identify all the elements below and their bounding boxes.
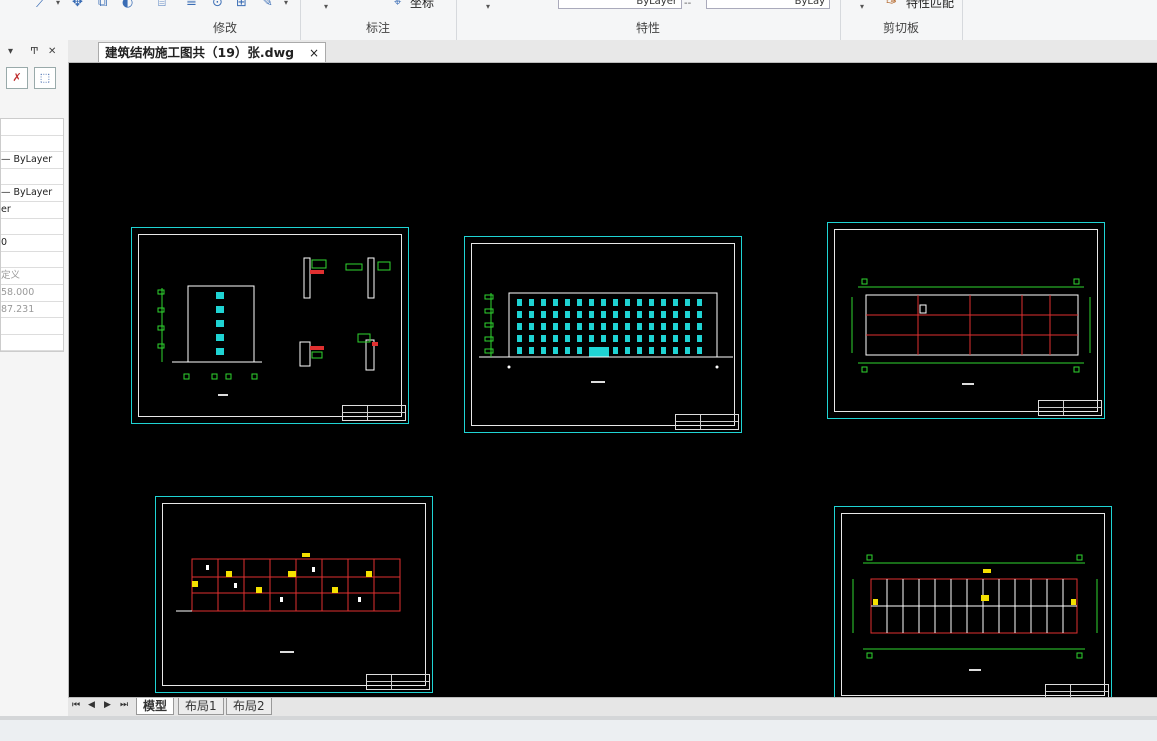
section-drawing bbox=[157, 257, 391, 396]
floor-plan-drawing bbox=[851, 278, 1091, 385]
trim-icon[interactable]: ≡ bbox=[186, 0, 197, 10]
line-tool-icon[interactable]: ⟋ bbox=[36, 0, 45, 11]
drawing-sheet[interactable] bbox=[834, 506, 1112, 697]
ribbon-group-label: 标注 bbox=[365, 21, 390, 35]
ribbon-group-modify: ⌸ ≡ ⊙ ⊞ ✎ ▾ 修改 bbox=[150, 0, 301, 40]
select-objects-icon[interactable]: ⬚ bbox=[34, 67, 56, 89]
quick-select-icon[interactable]: ✗ bbox=[6, 67, 28, 89]
property-row[interactable] bbox=[1, 169, 63, 186]
document-tab[interactable]: 建筑结构施工图共（19）张.dwg × bbox=[98, 42, 326, 62]
ribbon: ⟋ ▾ ✥ ⧉ ◐ ⌸ ≡ ⊙ ⊞ ✎ ▾ 修改 ▾ ⌖ 坐标 标注 ▾ ByL… bbox=[0, 0, 1157, 41]
title-block bbox=[342, 405, 406, 421]
properties-table: — ByLayer — ByLayer er 0 定义 58.000 87.23… bbox=[0, 118, 64, 353]
elevation-drawing bbox=[479, 292, 733, 383]
property-row[interactable]: 定义 bbox=[1, 268, 63, 285]
ribbon-group-label: 剪切板 bbox=[882, 21, 919, 35]
panel-menu-icon[interactable]: ▾ bbox=[8, 46, 13, 57]
linetype-icon: -- bbox=[684, 0, 692, 9]
panel-header: ▾ Ͳ ✕ bbox=[0, 46, 66, 60]
model-space-canvas[interactable] bbox=[69, 63, 1157, 697]
ribbon-group-label: 修改 bbox=[212, 21, 237, 35]
property-row[interactable]: 87.231 bbox=[1, 302, 63, 319]
coordinate-label[interactable]: 坐标 bbox=[410, 0, 434, 11]
chevron-down-icon[interactable]: ▾ bbox=[860, 2, 864, 11]
stretch-icon[interactable]: ⌸ bbox=[158, 0, 166, 10]
chevron-down-icon[interactable]: ▾ bbox=[56, 0, 60, 7]
chevron-down-icon[interactable]: ▾ bbox=[486, 2, 490, 11]
title-block bbox=[675, 414, 739, 430]
tab-model[interactable]: 模型 bbox=[136, 698, 175, 715]
title-block bbox=[1045, 684, 1109, 697]
property-row[interactable]: — ByLayer bbox=[1, 185, 63, 202]
drawing-sheet[interactable] bbox=[131, 227, 409, 424]
match-properties-icon[interactable]: ✑ bbox=[886, 0, 897, 10]
close-tab-icon[interactable]: × bbox=[309, 43, 319, 63]
chevron-down-icon[interactable]: ▾ bbox=[284, 0, 288, 7]
close-icon[interactable]: ✕ bbox=[48, 46, 56, 57]
document-tab-bar: 建筑结构施工图共（19）张.dwg × bbox=[68, 40, 1157, 63]
column-grid-drawing bbox=[852, 554, 1098, 671]
ribbon-group-properties: ▾ ByLayer -- ByLay 特性 bbox=[456, 0, 841, 40]
properties-panel: ▾ Ͳ ✕ ✗ ⬚ — ByLayer — ByLayer er 0 定义 58… bbox=[0, 40, 69, 716]
property-row[interactable] bbox=[1, 318, 63, 335]
drawing-sheet[interactable] bbox=[827, 222, 1105, 419]
lineweight-combo[interactable]: ByLay bbox=[706, 0, 830, 9]
property-row[interactable] bbox=[1, 252, 63, 269]
ribbon-group-clipboard: ▾ ✑ 特性匹配 剪切板 bbox=[840, 0, 963, 40]
status-bar bbox=[0, 716, 1157, 741]
rotate-icon[interactable]: ⊙ bbox=[212, 0, 223, 10]
title-block bbox=[1038, 400, 1102, 416]
first-tab-icon[interactable]: ⏮ bbox=[72, 700, 80, 710]
tab-layout1[interactable]: 布局1 bbox=[178, 698, 224, 715]
structural-plan-drawing bbox=[176, 553, 401, 653]
array-icon[interactable]: ⊞ bbox=[236, 0, 247, 10]
next-tab-icon[interactable]: ▶ bbox=[104, 700, 111, 710]
move-icon[interactable]: ✥ bbox=[72, 0, 83, 10]
mirror-icon[interactable]: ◐ bbox=[122, 0, 133, 10]
pin-icon[interactable]: Ͳ bbox=[30, 46, 39, 57]
property-row[interactable] bbox=[1, 335, 63, 352]
color-combo[interactable]: ByLayer bbox=[558, 0, 682, 9]
copy-icon[interactable]: ⧉ bbox=[98, 0, 107, 10]
document-tab-title: 建筑结构施工图共（19）张.dwg bbox=[105, 45, 295, 60]
edit-icon[interactable]: ✎ bbox=[262, 0, 273, 10]
property-row[interactable] bbox=[1, 119, 63, 136]
property-row[interactable]: er bbox=[1, 202, 63, 219]
layout-tab-bar: ⏮ ◀ ▶ ⏭ 模型 布局1 布局2 bbox=[68, 697, 1157, 716]
property-row[interactable]: 0 bbox=[1, 235, 63, 252]
property-row[interactable]: — ByLayer bbox=[1, 152, 63, 169]
title-block bbox=[366, 674, 430, 690]
property-row[interactable]: 58.000 bbox=[1, 285, 63, 302]
last-tab-icon[interactable]: ⏭ bbox=[120, 700, 128, 710]
coordinate-icon[interactable]: ⌖ bbox=[394, 0, 401, 10]
drawing-sheet[interactable] bbox=[155, 496, 433, 693]
match-properties-label[interactable]: 特性匹配 bbox=[906, 0, 954, 11]
tab-layout2[interactable]: 布局2 bbox=[226, 698, 272, 715]
property-row[interactable] bbox=[1, 136, 63, 153]
prev-tab-icon[interactable]: ◀ bbox=[88, 700, 95, 710]
drawing-sheet[interactable] bbox=[464, 236, 742, 433]
chevron-down-icon[interactable]: ▾ bbox=[324, 2, 328, 11]
property-row[interactable] bbox=[1, 219, 63, 236]
ribbon-group-annotate: ▾ ⌖ 坐标 标注 bbox=[300, 0, 457, 40]
ribbon-group-label: 特性 bbox=[635, 21, 660, 35]
